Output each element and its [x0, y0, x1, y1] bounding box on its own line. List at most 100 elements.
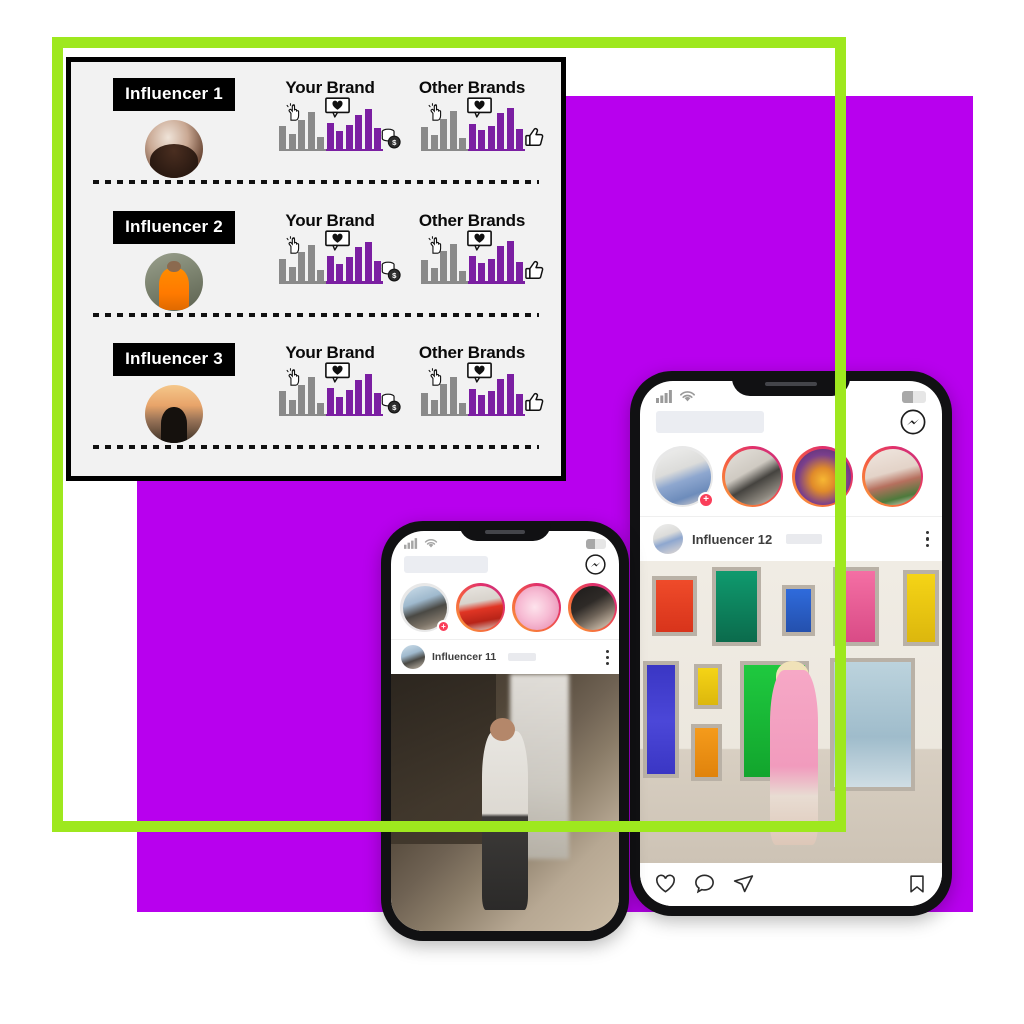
kebab-menu-icon[interactable] — [925, 530, 929, 548]
metric-bars — [421, 230, 544, 284]
post-header-back: Influencer 12 — [640, 517, 942, 561]
influencer-2-avatar — [145, 252, 203, 311]
influencer-identity: Influencer 3 — [89, 343, 259, 444]
other-brands-chart-icon — [421, 230, 544, 290]
metric-bars — [421, 362, 544, 417]
other-brands-title: Other Brands — [418, 343, 526, 363]
story-item[interactable] — [512, 583, 561, 632]
person-pink-dress — [769, 669, 819, 845]
other-brands-metric: Other Brands — [401, 210, 544, 290]
phone-screen-back: + Influencer 12 — [640, 381, 942, 906]
influencer-name-badge: Influencer 3 — [113, 343, 235, 377]
story-thumbnail — [864, 448, 921, 505]
story-item[interactable]: + — [652, 446, 714, 508]
messenger-icon[interactable] — [585, 554, 606, 575]
story-item[interactable] — [862, 446, 923, 507]
svg-text:$: $ — [392, 138, 397, 147]
other-brands-title: Other Brands — [418, 210, 526, 230]
wifi-icon — [680, 391, 695, 402]
add-story-badge[interactable]: + — [698, 492, 714, 508]
post-author-name[interactable]: Influencer 11 — [432, 651, 496, 663]
redacted-handle-bar — [786, 534, 823, 544]
instagram-phone-front[interactable]: + Influencer 11 — [381, 521, 629, 941]
phone-notch-back — [732, 371, 850, 396]
post-photo-waterfall[interactable] — [391, 674, 619, 931]
story-item[interactable] — [722, 446, 783, 507]
cellular-signal-icon — [404, 538, 418, 549]
coin-stack-icon: $ — [381, 393, 401, 414]
notch-speaker — [765, 382, 817, 387]
your-brand-title: Your Brand — [285, 210, 375, 230]
other-brands-metric: Other Brands — [401, 343, 544, 422]
battery-icon — [586, 538, 606, 549]
your-brand-metric: Your Brand $ — [259, 78, 401, 157]
influencer-name-badge: Influencer 1 — [113, 78, 235, 111]
cellular-signal-icon — [656, 390, 672, 403]
thumbs-up-icon — [525, 393, 544, 412]
heart-bubble-icon — [467, 362, 492, 383]
wall-pane — [902, 570, 939, 646]
stories-tray-back[interactable]: + — [640, 443, 942, 517]
influencer-identity: Influencer 2 — [89, 210, 259, 311]
your-brand-metric: Your Brand $ — [259, 211, 401, 290]
story-item[interactable] — [568, 583, 617, 632]
thumbs-up-icon — [525, 260, 544, 279]
thumbs-up-icon — [525, 127, 544, 146]
instagram-phone-back[interactable]: + Influencer 12 — [630, 371, 952, 916]
story-thumbnail — [570, 585, 615, 630]
metric-bars — [421, 97, 544, 151]
story-item[interactable]: + — [400, 583, 450, 633]
post-author-name[interactable]: Influencer 12 — [692, 532, 772, 547]
post-author-avatar[interactable] — [401, 645, 425, 669]
wall-pane — [694, 663, 722, 709]
tap-icon — [286, 235, 300, 254]
heart-bubble-icon — [325, 230, 350, 251]
heart-bubble-icon — [467, 97, 492, 118]
metric-bars: $ — [279, 97, 401, 151]
wall-pane — [712, 567, 761, 646]
influencer-row: Influencer 2 Your Brand $ Other Brands — [89, 205, 544, 338]
influencer-1-avatar — [145, 120, 203, 178]
story-ring — [862, 446, 923, 507]
your-brand-title: Your Brand — [285, 343, 375, 363]
influencer-row-content: Influencer 1 Your Brand $ Other Brands — [89, 72, 544, 178]
row-divider — [93, 312, 539, 317]
metric-bars: $ — [279, 362, 401, 417]
wall-pane — [781, 585, 816, 637]
tap-icon — [428, 368, 442, 387]
story-item[interactable] — [456, 583, 505, 632]
bookmark-icon[interactable] — [906, 873, 928, 895]
add-story-badge[interactable]: + — [437, 620, 450, 633]
story-ring — [456, 583, 505, 632]
post-author-avatar[interactable] — [653, 524, 683, 554]
post-header-front: Influencer 11 — [391, 640, 619, 674]
redacted-handle-bar — [508, 653, 537, 661]
kebab-menu-icon[interactable] — [606, 649, 609, 665]
other-brands-title: Other Brands — [418, 78, 526, 97]
coin-stack-icon: $ — [381, 261, 401, 282]
share-icon[interactable] — [732, 872, 755, 895]
statusbar-left — [656, 390, 696, 403]
gallery-wall-scene — [640, 561, 942, 863]
tap-icon — [286, 368, 300, 387]
messenger-icon[interactable] — [900, 409, 926, 435]
your-brand-chart-icon: $ — [279, 230, 401, 290]
wifi-icon — [424, 539, 438, 548]
your-brand-metric: Your Brand $ — [259, 343, 401, 422]
stories-tray-front[interactable]: + — [391, 581, 619, 640]
battery-fill — [902, 390, 913, 403]
comment-icon[interactable] — [693, 872, 716, 895]
influencer-identity: Influencer 1 — [89, 78, 259, 178]
post-photo-gallery-wall[interactable] — [640, 561, 942, 863]
story-thumbnail — [794, 448, 851, 505]
like-icon[interactable] — [654, 872, 677, 895]
other-brands-chart-icon — [421, 97, 544, 157]
story-thumbnail — [514, 585, 559, 630]
app-header-front — [391, 551, 619, 581]
other-brands-chart-icon — [421, 362, 544, 422]
heart-bubble-icon — [325, 97, 350, 118]
story-item[interactable] — [792, 446, 853, 507]
post-actions-bar[interactable] — [640, 863, 942, 906]
wall-pane — [833, 567, 879, 646]
wall-pane — [830, 657, 915, 791]
